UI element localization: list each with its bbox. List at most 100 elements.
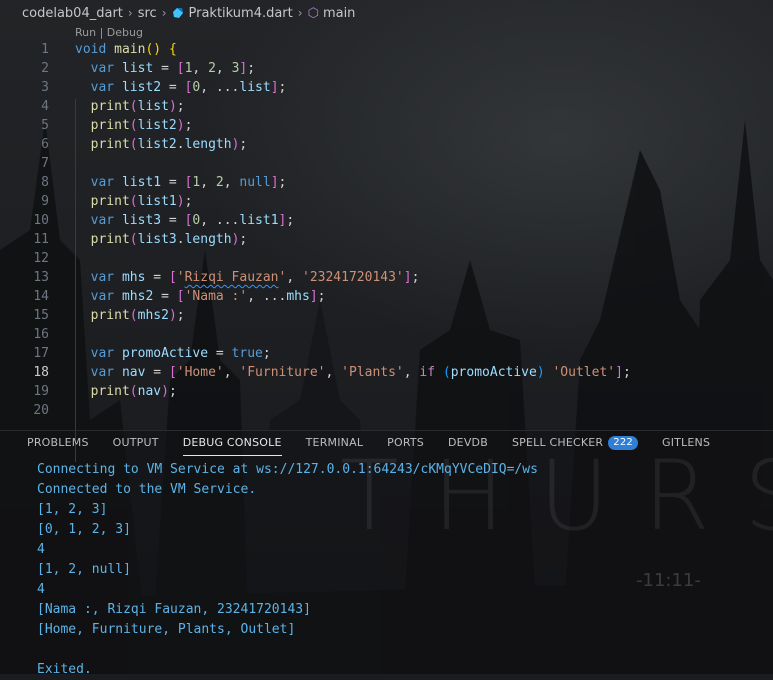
line-number: 1 xyxy=(41,42,49,57)
code-line[interactable]: 7 xyxy=(0,154,773,173)
code-line[interactable]: 2 var list = [1, 2, 3]; xyxy=(0,59,773,78)
code-token: = xyxy=(153,61,177,76)
tab-terminal[interactable]: TERMINAL xyxy=(294,432,376,456)
code-token: var xyxy=(90,175,115,190)
code-text: var list2 = [0, ...list]; xyxy=(75,78,287,97)
console-line: [Home, Furniture, Plants, Outlet] xyxy=(37,622,296,637)
code-token: ) xyxy=(161,384,169,399)
code-text: var nav = ['Home', 'Furniture', 'Plants'… xyxy=(75,363,631,382)
code-text: print(nav); xyxy=(75,382,177,401)
tab-problems[interactable]: PROBLEMS xyxy=(0,432,101,456)
code-token: ) xyxy=(536,365,545,380)
line-number: 7 xyxy=(41,156,49,171)
code-token: ; xyxy=(239,232,248,247)
code-line[interactable]: 19 print(nav); xyxy=(0,382,773,401)
code-token: mhs xyxy=(286,289,310,304)
code-text: var list1 = [1, 2, null]; xyxy=(75,173,287,192)
console-line: [Nama :, Rizqi Fauzan, 23241720143] xyxy=(37,602,311,617)
code-text: print(list); xyxy=(75,97,185,116)
tab-label: GITLENS xyxy=(661,436,711,449)
line-number: 4 xyxy=(41,99,49,114)
tab-label: DEVDB xyxy=(448,436,488,449)
code-token: = xyxy=(161,80,185,95)
code-line[interactable]: 5 print(list2); xyxy=(0,116,773,135)
code-text: var list3 = [0, ...list1]; xyxy=(75,211,295,230)
breadcrumb-symbol[interactable]: main xyxy=(323,6,355,21)
code-line[interactable]: 20 xyxy=(0,401,773,420)
code-line[interactable]: 15 print(mhs2); xyxy=(0,306,773,325)
code-token: ; xyxy=(411,270,420,285)
code-token: list3 xyxy=(121,213,162,228)
code-line[interactable]: 11 print(list3.length); xyxy=(0,230,773,249)
code-line[interactable]: 1 void main() { xyxy=(0,40,773,59)
code-token: length xyxy=(184,137,232,152)
console-line: Connected to the VM Service. xyxy=(37,482,257,497)
line-number: 2 xyxy=(41,61,49,76)
code-line[interactable]: 9 print(list1); xyxy=(0,192,773,211)
code-line[interactable]: 17 var promoActive = true; xyxy=(0,344,773,363)
console-line: 4 xyxy=(37,542,45,557)
code-line[interactable]: 3 var list2 = [0, ...list]; xyxy=(0,78,773,97)
code-text: var list = [1, 2, 3]; xyxy=(75,59,255,78)
line-number: 20 xyxy=(33,403,49,418)
code-token: if xyxy=(419,365,436,380)
console-line: [0, 1, 2, 3] xyxy=(37,522,131,537)
console-line: Exited. xyxy=(37,662,92,677)
tab-output[interactable]: OUTPUT xyxy=(101,432,171,456)
code-token: var xyxy=(90,289,115,304)
code-token: ' xyxy=(176,270,185,285)
code-token: ; xyxy=(176,308,185,323)
tab-debug-console[interactable]: DEBUG CONSOLE xyxy=(171,432,294,456)
code-token: . xyxy=(176,232,185,247)
code-token: , ... xyxy=(200,213,240,228)
tab-spell-checker[interactable]: SPELL CHECKER 222 xyxy=(500,432,650,456)
code-token: ( xyxy=(129,99,138,114)
breadcrumb-folder[interactable]: codelab04_dart xyxy=(22,6,123,21)
code-line[interactable]: 18 var nav = ['Home', 'Furniture', 'Plan… xyxy=(0,363,773,382)
tab-devdb[interactable]: DEVDB xyxy=(436,432,500,456)
code-token: nav xyxy=(137,384,162,399)
code-line[interactable]: 12 xyxy=(0,249,773,268)
code-line[interactable]: 10 var list3 = [0, ...list1]; xyxy=(0,211,773,230)
tab-ports[interactable]: PORTS xyxy=(375,432,436,456)
code-token: 2 xyxy=(208,61,216,76)
code-line[interactable]: 14 var mhs2 = ['Nama :', ...mhs]; xyxy=(0,287,773,306)
chevron-right-icon: › xyxy=(297,6,303,20)
code-line[interactable]: 13 var mhs = ['Rizqi Fauzan', '232417201… xyxy=(0,268,773,287)
code-token: print xyxy=(90,308,130,323)
line-number: 14 xyxy=(33,289,49,304)
tab-gitlens[interactable]: GITLENS xyxy=(650,432,722,456)
code-token: () xyxy=(145,42,162,57)
code-line[interactable]: 8 var list1 = [1, 2, null]; xyxy=(0,173,773,192)
dart-file-icon xyxy=(172,8,183,18)
code-line[interactable]: 16 xyxy=(0,325,773,344)
code-token: ( xyxy=(129,384,138,399)
code-token: ; xyxy=(262,346,271,361)
code-token: ( xyxy=(129,232,138,247)
codelens-run-debug[interactable]: Run | Debug xyxy=(75,26,143,39)
code-token: promoActive xyxy=(450,365,537,380)
breadcrumb-file[interactable]: Praktikum4.dart xyxy=(189,6,293,21)
code-token: list1 xyxy=(239,213,279,228)
line-number: 16 xyxy=(33,327,49,342)
code-text: print(list2); xyxy=(75,116,193,135)
code-token: ] xyxy=(270,175,279,190)
tab-label: PORTS xyxy=(387,436,424,449)
debug-console-output: Connecting to VM Service at ws://127.0.0… xyxy=(37,460,773,680)
breadcrumb-folder[interactable]: src xyxy=(138,6,157,21)
code-line[interactable]: 6 print(list2.length); xyxy=(0,135,773,154)
code-token: print xyxy=(90,99,130,114)
code-token: [ xyxy=(176,61,185,76)
code-line[interactable]: 4 print(list); xyxy=(0,97,773,116)
code-token: list2 xyxy=(137,118,177,133)
code-editor[interactable]: 1 void main() {2 var list = [1, 2, 3]; 3 v… xyxy=(0,40,773,462)
